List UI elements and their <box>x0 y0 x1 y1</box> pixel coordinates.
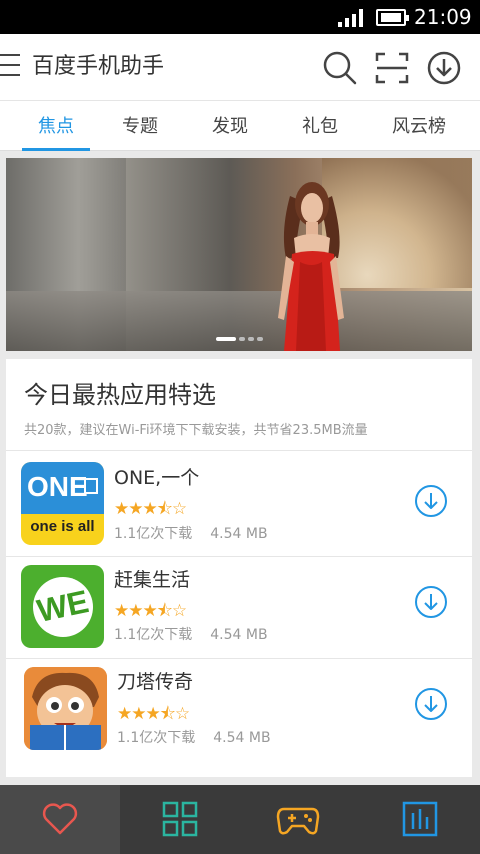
nav-favorites[interactable] <box>0 785 120 854</box>
menu-icon[interactable] <box>0 54 22 80</box>
section-subtitle: 共20款，建议在Wi-Fi环境下下载安装，共节省23.5MB流量 <box>24 423 368 438</box>
download-count: 1.1亿次下载 <box>114 627 193 643</box>
bottom-nav <box>0 785 480 854</box>
signal-icon <box>338 9 363 27</box>
status-time: 21:09 <box>414 5 472 29</box>
tab-rankings[interactable]: 风云榜 <box>382 101 456 151</box>
nav-games[interactable] <box>240 785 360 854</box>
app-meta: 1.1亿次下载 4.54 MB <box>114 626 268 644</box>
heart-icon <box>42 803 78 835</box>
app-header: 百度手机助手 <box>0 34 480 100</box>
section-title: 今日最热应用特选 <box>24 381 216 409</box>
app-size: 4.54 MB <box>210 526 268 542</box>
app-meta: 1.1亿次下载 4.54 MB <box>114 525 268 543</box>
download-icon[interactable] <box>414 484 448 518</box>
tab-discover[interactable]: 发现 <box>198 101 262 151</box>
app-name: 刀塔传奇 <box>117 671 194 693</box>
category-tabs: 焦点 专题 发现 礼包 风云榜 <box>0 100 480 151</box>
app-size: 4.54 MB <box>210 627 268 643</box>
tab-topics[interactable]: 专题 <box>108 101 172 151</box>
app-list-item[interactable]: ONE one is all ONE,一个 ★★★⯪☆ 1.1亿次下载 4.54 … <box>6 451 472 551</box>
download-count: 1.1亿次下载 <box>114 526 193 542</box>
rating-stars: ★★★⯪☆ <box>114 601 187 621</box>
app-list-item[interactable]: WE 赶集生活 ★★★⯪☆ 1.1亿次下载 4.54 MB <box>6 557 472 657</box>
search-icon[interactable] <box>322 50 358 86</box>
banner-photo <box>278 182 344 351</box>
tab-focus[interactable]: 焦点 <box>22 101 90 151</box>
nav-apps[interactable] <box>120 785 240 854</box>
chart-icon <box>402 801 438 837</box>
app-title: 百度手机助手 <box>32 54 165 79</box>
promo-banner[interactable] <box>6 158 472 351</box>
scan-icon[interactable] <box>374 50 410 86</box>
download-icon[interactable] <box>414 585 448 619</box>
app-size: 4.54 MB <box>213 730 271 746</box>
download-icon[interactable] <box>426 50 462 86</box>
rating-stars: ★★★⯪☆ <box>117 704 190 724</box>
grid-icon <box>162 801 198 837</box>
app-icon-ganji: WE <box>21 565 104 648</box>
app-name: ONE,一个 <box>114 467 200 489</box>
tab-gifts[interactable]: 礼包 <box>288 101 352 151</box>
app-icon-dota <box>24 667 107 750</box>
app-meta: 1.1亿次下载 4.54 MB <box>117 729 271 747</box>
carousel-indicator <box>216 337 266 341</box>
app-list-item[interactable]: 刀塔传奇 ★★★⯪☆ 1.1亿次下载 4.54 MB <box>6 659 472 759</box>
rating-stars: ★★★⯪☆ <box>114 499 187 519</box>
nav-rankings[interactable] <box>360 785 480 854</box>
download-icon[interactable] <box>414 687 448 721</box>
app-name: 赶集生活 <box>114 569 191 591</box>
status-bar: 21:09 <box>0 0 480 34</box>
gamepad-icon <box>276 807 320 835</box>
featured-apps-card: 今日最热应用特选 共20款，建议在Wi-Fi环境下下载安装，共节省23.5MB流… <box>6 359 472 777</box>
battery-icon <box>376 9 409 26</box>
download-count: 1.1亿次下载 <box>117 730 196 746</box>
app-icon-one: ONE one is all <box>21 462 104 545</box>
